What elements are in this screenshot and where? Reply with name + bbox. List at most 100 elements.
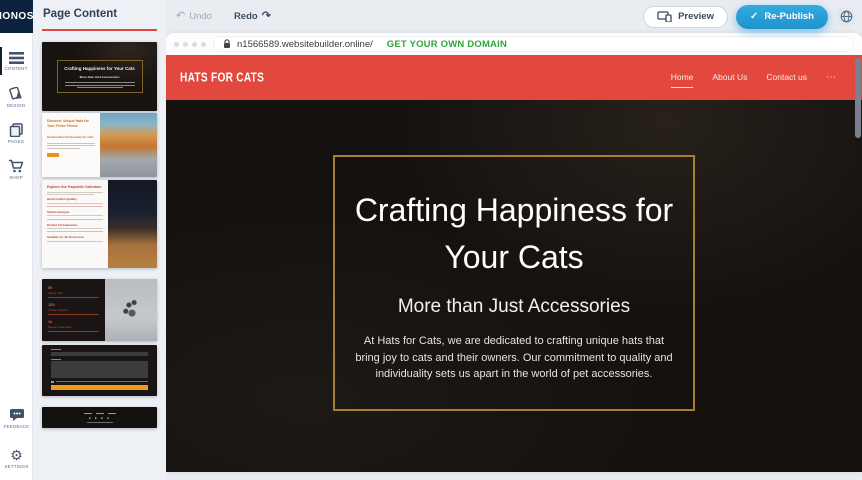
mini-collection-item: Hand Crafted Quality xyxy=(47,197,103,207)
mini-hero-subtitle: More than Just Accessories xyxy=(61,75,139,79)
mini-stat-label: Unique Designs xyxy=(48,308,99,312)
hero-title: Crafting Happiness for Your Cats xyxy=(353,187,675,280)
feedback-icon xyxy=(9,408,25,422)
preview-scrollbar[interactable] xyxy=(854,55,862,472)
browser-url-bar: n1566589.websitebuilder.online/ GET YOUR… xyxy=(166,33,862,55)
nav-item-contact[interactable]: Contact us xyxy=(766,72,807,84)
section-thumbnail-features[interactable]: Discover Unique Hats for Your Feline Fri… xyxy=(42,113,157,177)
mini-collection-item: Suitable for All Occasions xyxy=(47,235,103,241)
devices-icon xyxy=(657,11,672,22)
mini-features-subheading: Handcrafted Exclusively for Cats xyxy=(47,135,95,139)
editor-toolbar: ↶ Undo Redo ↷ Preview ✓ Re-Publish xyxy=(166,0,862,33)
mini-collection-photo xyxy=(108,180,157,268)
hero-subtitle: More than Just Accessories xyxy=(353,296,675,318)
republish-label: Re-Publish xyxy=(764,11,814,22)
undo-button[interactable]: ↶ Undo xyxy=(176,11,212,22)
mini-features-photo xyxy=(100,113,158,177)
mini-collection-paragraph xyxy=(47,192,103,195)
sidebar-item-feedback[interactable]: FEEDBACK xyxy=(0,400,33,436)
app-sidebar: IONOS CONTENT DESIGN PAGES xyxy=(0,0,33,480)
mini-form-textarea xyxy=(51,361,148,378)
check-icon: ✓ xyxy=(750,11,758,22)
mini-collection-item-label: Suitable for All Occasions xyxy=(47,235,103,239)
mini-stats-text: 5k Happy Cats 150 Unique Designs 1k Repe… xyxy=(42,279,105,341)
republish-button[interactable]: ✓ Re-Publish xyxy=(736,5,828,29)
globe-icon xyxy=(840,10,853,23)
sidebar-nav: CONTENT DESIGN PAGES SHOP xyxy=(0,43,32,187)
hero-section[interactable]: Crafting Happiness for Your Cats More th… xyxy=(166,100,862,472)
ionos-logo: IONOS xyxy=(0,0,33,33)
sidebar-item-design[interactable]: DESIGN xyxy=(0,79,32,115)
panel-title: Page Content xyxy=(42,8,157,20)
sidebar-bottom: FEEDBACK ⚙ SETTINGS xyxy=(0,400,33,476)
sidebar-item-shop[interactable]: SHOP xyxy=(0,151,32,187)
mini-stat: 150 Unique Designs xyxy=(48,302,99,315)
redo-label: Redo xyxy=(234,11,258,22)
mini-collection-item-label: Hand Crafted Quality xyxy=(47,197,103,201)
hero-title-line2: Your Cats xyxy=(444,239,583,275)
preview-button[interactable]: Preview xyxy=(643,6,728,28)
sidebar-item-label: DESIGN xyxy=(7,103,25,108)
mini-form-label xyxy=(51,359,61,360)
mini-features-heading: Discover Unique Hats for Your Feline Fri… xyxy=(47,119,95,130)
pages-icon xyxy=(9,123,24,137)
mini-form-checkbox-row xyxy=(51,381,148,384)
mini-features-paragraph xyxy=(47,143,95,149)
mini-collection-heading: Explore Our Exquisite Collection xyxy=(47,185,103,189)
section-thumbnail-stats[interactable]: 5k Happy Cats 150 Unique Designs 1k Repe… xyxy=(42,279,157,341)
address-pill: n1566589.websitebuilder.online/ GET YOUR… xyxy=(213,36,854,52)
redo-button[interactable]: Redo ↷ xyxy=(234,11,271,22)
mini-footer-copyright xyxy=(87,422,113,423)
mini-form-submit-button xyxy=(51,385,148,390)
design-icon xyxy=(9,87,24,101)
content-icon xyxy=(9,52,24,64)
lock-icon xyxy=(223,39,231,49)
mini-footer-links xyxy=(84,413,116,414)
nav-more-icon[interactable]: ⋯ xyxy=(826,72,836,83)
mini-collection-text: Explore Our Exquisite Collection Hand Cr… xyxy=(42,180,108,268)
mini-stat-value: 1k xyxy=(48,319,99,324)
sidebar-item-label: CONTENT xyxy=(4,66,27,71)
mini-footer-social-icons: ● ● ● ● xyxy=(89,416,111,420)
sidebar-item-content[interactable]: CONTENT xyxy=(0,43,32,79)
window-dots xyxy=(174,42,206,47)
site-url: n1566589.websitebuilder.online/ xyxy=(237,39,373,50)
undo-label: Undo xyxy=(189,11,212,22)
nav-item-about[interactable]: About Us xyxy=(712,72,747,84)
mini-collection-item: Stylish Designs xyxy=(47,210,103,220)
toolbar-actions: Preview ✓ Re-Publish xyxy=(643,5,856,29)
nav-item-home[interactable]: Home xyxy=(671,72,694,88)
section-thumbnail-collection[interactable]: Explore Our Exquisite Collection Hand Cr… xyxy=(42,180,157,268)
mini-collection-item: Perfect Fit Guarantee xyxy=(47,223,103,233)
undo-icon: ↶ xyxy=(176,11,185,22)
sidebar-item-label: SHOP xyxy=(9,175,23,180)
get-domain-link[interactable]: GET YOUR OWN DOMAIN xyxy=(387,39,507,50)
mini-stat-value: 150 xyxy=(48,302,99,307)
mini-stat-value: 5k xyxy=(48,285,99,290)
site-preview-frame: n1566589.websitebuilder.online/ GET YOUR… xyxy=(166,33,862,472)
sidebar-item-settings[interactable]: ⚙ SETTINGS xyxy=(0,440,33,476)
mini-hero-title: Crafting Happiness for Your Cats xyxy=(61,66,139,73)
mini-stat: 5k Happy Cats xyxy=(48,285,99,298)
section-thumbnail-hero[interactable]: Crafting Happiness for Your Cats More th… xyxy=(42,42,157,111)
page-content-panel: Page Content Crafting Happiness for Your… xyxy=(33,0,166,480)
mini-stat-label: Happy Cats xyxy=(48,291,99,295)
mini-hero-paragraph xyxy=(61,82,139,88)
mini-features-button xyxy=(47,153,59,157)
gear-icon: ⚙ xyxy=(10,448,23,462)
language-button[interactable] xyxy=(836,7,856,27)
section-thumbnail-contact-form[interactable] xyxy=(42,345,157,396)
site-header: HATS FOR CATS Home About Us Contact us ⋯ xyxy=(166,55,862,100)
hero-paragraph: At Hats for Cats, we are dedicated to cr… xyxy=(353,333,675,383)
sidebar-item-pages[interactable]: PAGES xyxy=(0,115,32,151)
mini-hero-box: Crafting Happiness for Your Cats More th… xyxy=(57,60,143,94)
mini-form-label xyxy=(51,349,61,350)
cart-icon xyxy=(8,159,24,173)
section-thumbnail-footer[interactable]: ● ● ● ● xyxy=(42,407,157,428)
panel-active-underline xyxy=(42,29,157,31)
hero-framed-box: Crafting Happiness for Your Cats More th… xyxy=(333,155,695,410)
scrollbar-thumb[interactable] xyxy=(855,58,861,138)
site-logo[interactable]: HATS FOR CATS xyxy=(180,70,264,84)
mini-stats-photo xyxy=(105,279,157,341)
mini-form-input xyxy=(51,352,148,357)
